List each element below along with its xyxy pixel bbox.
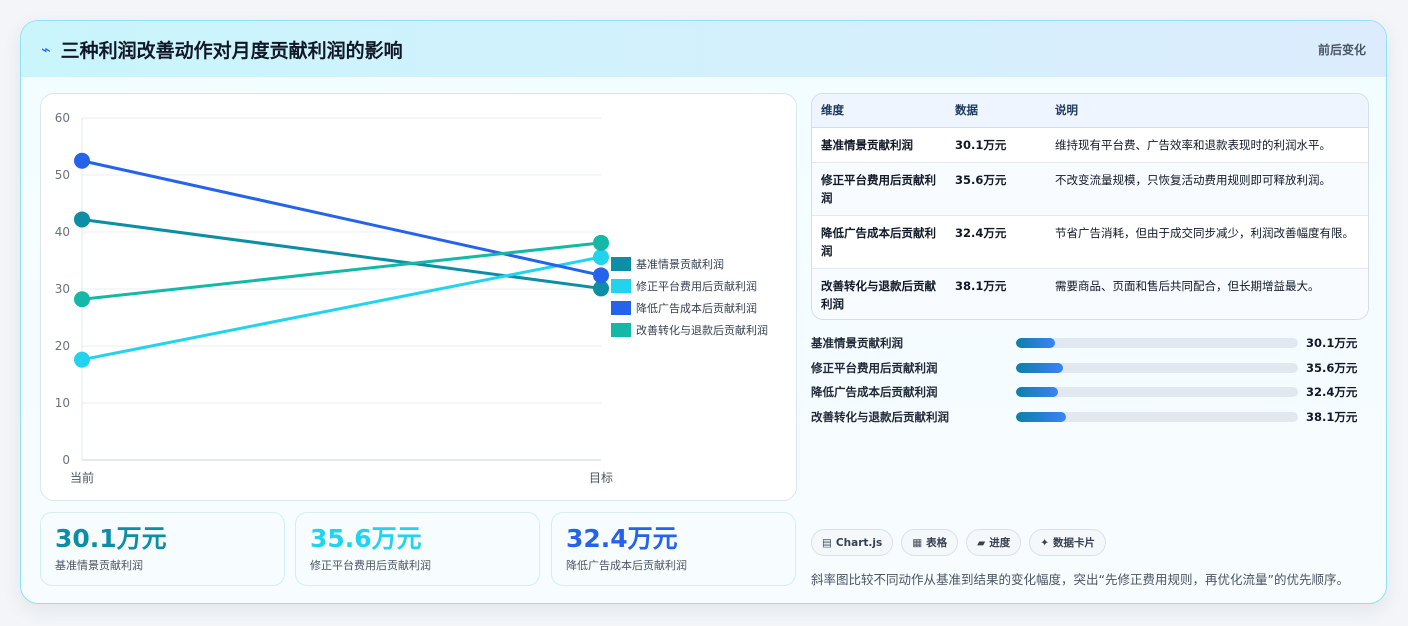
legend-label: 改善转化与退款后贡献利润 — [636, 323, 768, 337]
table-cell: 降低广告成本后贡献利润 — [812, 215, 946, 269]
table-cell: 需要商品、页面和售后共同配合，但长期增益最大。 — [1046, 268, 1368, 319]
legend-swatch — [611, 279, 631, 293]
progress-fill — [1016, 411, 1066, 422]
y-tick-label: 60 — [55, 111, 70, 125]
table-cell: 30.1万元 — [946, 127, 1046, 163]
chart-note: 斜率图比较不同动作从基准到结果的变化幅度，突出“先修正费用规则，再优化流量”的优… — [811, 572, 1349, 587]
table-header-row: 维度 数据 说明 — [812, 94, 1368, 128]
data-point — [74, 351, 90, 368]
table-header: 维度 — [812, 94, 946, 128]
y-tick-label: 30 — [55, 282, 70, 296]
chart-icon: ▤ — [822, 536, 832, 549]
y-tick-label: 20 — [55, 339, 70, 353]
progress-label: 降低广告成本后贡献利润 — [811, 385, 938, 400]
progress-row: 基准情景贡献利润 30.1万元 — [811, 331, 1369, 356]
table-cell: 基准情景贡献利润 — [812, 127, 946, 163]
main-card: ⌁ 三种利润改善动作对月度贡献利润的影响 前后变化 0 10 20 30 40 50 60 当… — [20, 20, 1387, 604]
progress-row: 降低广告成本后贡献利润 32.4万元 — [811, 380, 1369, 405]
table-icon: ▦ — [912, 536, 923, 549]
y-tick-label: 50 — [55, 168, 70, 182]
x-tick-label: 目标 — [589, 471, 613, 485]
data-table: 维度 数据 说明 基准情景贡献利润 30.1万元 维持现有平台费、广告效率和退款… — [811, 93, 1369, 320]
table-cell: 节省广告消耗，但由于成交同步减少，利润改善幅度有限。 — [1046, 215, 1368, 269]
legend-swatch — [611, 257, 631, 271]
series-line — [81, 217, 602, 290]
table-row: 降低广告成本后贡献利润 32.4万元 节省广告消耗，但由于成交同步减少，利润改善… — [812, 215, 1368, 269]
progress-row: 修正平台费用后贡献利润 35.6万元 — [811, 356, 1369, 381]
progress-icon: ▰ — [977, 536, 986, 549]
chip-table[interactable]: ▦ 表格 — [901, 529, 959, 556]
progress-label: 改善转化与退款后贡献利润 — [811, 409, 949, 424]
stat-label: 降低广告成本后贡献利润 — [566, 559, 687, 572]
chip-progress[interactable]: ▰ 进度 — [966, 529, 1022, 556]
table-header: 说明 — [1046, 94, 1368, 128]
legend-label: 修正平台费用后贡献利润 — [636, 279, 757, 293]
progress-track — [1016, 338, 1298, 349]
page-title: 三种利润改善动作对月度贡献利润的影响 — [60, 39, 403, 62]
data-point — [593, 267, 609, 284]
table-cell: 维持现有平台费、广告效率和退款表现时的利润水平。 — [1046, 127, 1368, 163]
progress-track — [1016, 411, 1298, 422]
zap-icon: ⌁ — [41, 39, 51, 59]
progress-value: 32.4万元 — [1306, 385, 1358, 400]
progress-label: 修正平台费用后贡献利润 — [811, 360, 938, 375]
table-cell: 修正平台费用后贡献利润 — [812, 162, 946, 216]
stat-value: 35.6万元 — [310, 524, 422, 553]
stat-card-ads: 32.4万元 降低广告成本后贡献利润 — [551, 512, 796, 586]
table-row: 改善转化与退款后贡献利润 38.1万元 需要商品、页面和售后共同配合，但长期增益… — [812, 268, 1368, 319]
card-header: ⌁ 三种利润改善动作对月度贡献利润的影响 前后变化 — [21, 21, 1386, 77]
slope-chart: 0 10 20 30 40 50 60 当前 目标 基准情景贡献利润修正平台费用后贡献利润 降低广告… — [40, 93, 797, 501]
chip-chartjs[interactable]: ▤ Chart.js — [811, 529, 894, 556]
data-point — [74, 152, 90, 169]
sparkle-icon: ✦ — [1040, 536, 1050, 549]
chip-label: 表格 — [926, 537, 948, 549]
stat-card-platform: 35.6万元 修正平台费用后贡献利润 — [295, 512, 540, 586]
series-line — [81, 159, 602, 277]
data-point — [74, 291, 90, 308]
chip-label: Chart.js — [835, 536, 883, 549]
progress-row: 改善转化与退款后贡献利润 38.1万元 — [811, 405, 1369, 430]
chart-svg: 0 10 20 30 40 50 60 当前 目标 基准情景贡献利润修正平台费用后贡献利润降低广告… — [55, 111, 768, 485]
y-tick-label: 0 — [62, 453, 70, 467]
feature-chips: ▤ Chart.js ▦ 表格 ▰ 进度 ✦ 数据卡片 — [811, 529, 1107, 556]
progress-value: 30.1万元 — [1306, 336, 1358, 351]
chip-label: 数据卡片 — [1053, 537, 1096, 549]
progress-label: 基准情景贡献利润 — [811, 336, 903, 351]
table-cell: 38.1万元 — [946, 268, 1046, 319]
table-cell: 35.6万元 — [946, 162, 1046, 216]
x-tick-label: 当前 — [70, 470, 94, 485]
table-row: 基准情景贡献利润 30.1万元 维持现有平台费、广告效率和退款表现时的利润水平。 — [812, 127, 1368, 163]
stat-card-baseline: 30.1万元 基准情景贡献利润 — [40, 512, 285, 586]
stat-label: 修正平台费用后贡献利润 — [310, 559, 431, 572]
legend-label: 基准情景贡献利润 — [636, 257, 724, 271]
stat-value: 32.4万元 — [566, 524, 678, 553]
data-point — [593, 249, 609, 266]
table-cell: 不改变流量规模，只恢复活动费用规则即可释放利润。 — [1046, 162, 1368, 216]
table-cell: 改善转化与退款后贡献利润 — [812, 268, 946, 319]
stat-label: 基准情景贡献利润 — [55, 559, 143, 572]
chip-label: 进度 — [989, 537, 1011, 549]
chip-data-card[interactable]: ✦ 数据卡片 — [1029, 529, 1107, 556]
y-tick-label: 10 — [55, 396, 70, 410]
header-tag: 前后变化 — [1317, 42, 1366, 57]
progress-fill — [1016, 387, 1059, 398]
table-header: 数据 — [946, 94, 1046, 128]
progress-track — [1016, 362, 1298, 373]
progress-fill — [1016, 338, 1056, 349]
legend-swatch — [611, 301, 631, 315]
table-row: 修正平台费用后贡献利润 35.6万元 不改变流量规模，只恢复活动费用规则即可释放… — [812, 162, 1368, 216]
data-point — [593, 234, 609, 251]
stat-value: 30.1万元 — [55, 524, 167, 553]
progress-value: 38.1万元 — [1306, 409, 1358, 424]
y-tick-label: 40 — [55, 225, 70, 239]
progress-list: 基准情景贡献利润 30.1万元 修正平台费用后贡献利润 35.6万元 降低广告成… — [811, 331, 1369, 429]
progress-value: 35.6万元 — [1306, 360, 1358, 375]
progress-track — [1016, 387, 1298, 398]
table-cell: 32.4万元 — [946, 215, 1046, 269]
data-point — [74, 211, 90, 228]
legend-swatch — [611, 323, 631, 337]
progress-fill — [1016, 362, 1063, 373]
legend-label: 降低广告成本后贡献利润 — [636, 301, 757, 315]
